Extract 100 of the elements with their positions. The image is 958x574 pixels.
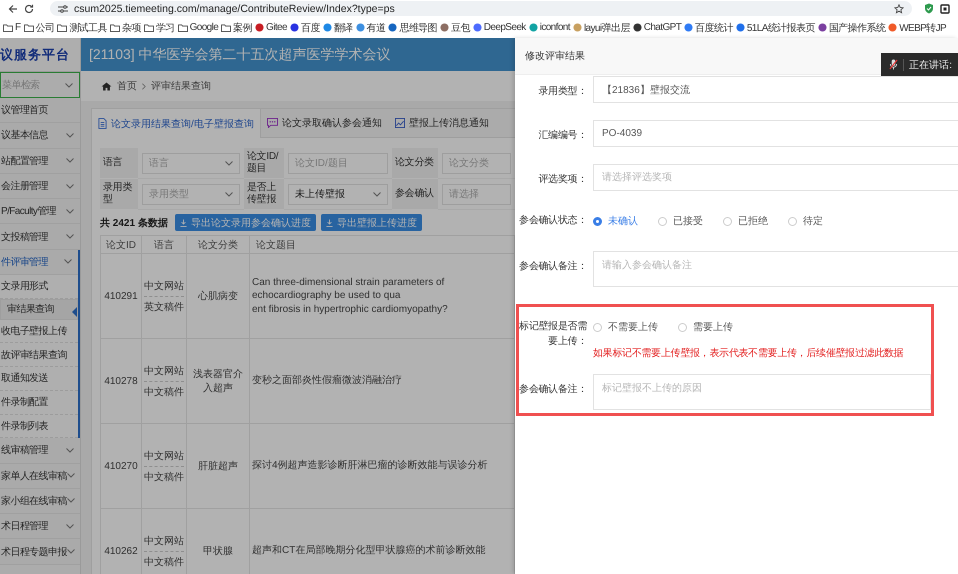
- text-input[interactable]: 请选择评选奖项: [593, 164, 958, 191]
- bookmark[interactable]: iconfont: [528, 22, 570, 33]
- chevron-down-icon: [225, 160, 233, 166]
- filter-label: 语言: [103, 156, 122, 170]
- sidebar-group[interactable]: 家单人在线审稿: [0, 464, 80, 489]
- radio-label[interactable]: 已接受: [673, 214, 703, 228]
- radio-label[interactable]: 需要上传: [693, 320, 733, 334]
- tab[interactable]: 论文录用结果查询/电子壁报查询: [92, 109, 261, 138]
- site-favicon-icon: [632, 23, 642, 32]
- breadcrumb-link[interactable]: 首页: [117, 79, 137, 93]
- radio-button[interactable]: [723, 216, 732, 226]
- language-tag: 中文网站: [144, 276, 184, 296]
- site-settings-icon[interactable]: [58, 4, 68, 12]
- radio-button[interactable]: [593, 322, 602, 332]
- radio-button[interactable]: [593, 216, 602, 226]
- bookmark[interactable]: F: [3, 22, 21, 33]
- site-favicon-icon: [290, 23, 299, 32]
- chevron-down-icon: [65, 82, 73, 88]
- textarea-field[interactable]: 请输入参会确认备注: [593, 251, 958, 287]
- site-favicon-icon: [736, 23, 745, 32]
- bookmark[interactable]: 公司: [24, 20, 54, 34]
- back-arrow-icon[interactable]: [8, 4, 18, 14]
- bookmark[interactable]: layui弹出层: [572, 20, 630, 34]
- tab[interactable]: 论文录取确认参会通知: [260, 109, 389, 137]
- bookmark[interactable]: 国产操作系统: [818, 20, 886, 34]
- chevron-down-icon: [225, 192, 233, 196]
- table-cell: 410270: [100, 424, 142, 508]
- field-label: 参会确认备注：: [519, 382, 588, 397]
- sidebar-subitem[interactable]: 件录制列表: [0, 414, 78, 438]
- bookmark[interactable]: 百度: [290, 20, 320, 34]
- reload-icon[interactable]: [24, 4, 34, 14]
- chevron-down-icon: [66, 184, 74, 189]
- radio-button[interactable]: [788, 216, 797, 226]
- text-input[interactable]: 【21836】壁报交流: [593, 76, 958, 103]
- tab[interactable]: 壁报上传消息通知: [388, 109, 496, 137]
- bookmark[interactable]: 百度统计: [684, 20, 733, 34]
- radio-button[interactable]: [678, 322, 687, 332]
- radio-label[interactable]: 待定: [803, 214, 823, 228]
- bookmark[interactable]: 有道: [356, 20, 386, 34]
- column-header: 语言: [142, 236, 186, 254]
- folder-icon: [24, 24, 34, 32]
- text-input[interactable]: 论文分类: [442, 152, 511, 174]
- site-favicon-icon: [684, 23, 694, 32]
- field-label: 参会确认状态：: [518, 214, 588, 228]
- filter-label: 录用类型: [103, 182, 134, 206]
- bookmark[interactable]: 案例: [221, 20, 252, 34]
- text-input[interactable]: 请选择: [442, 184, 511, 204]
- chevron-down-icon: [66, 498, 75, 504]
- download-icon: [180, 218, 187, 226]
- shield-icon[interactable]: [924, 3, 934, 14]
- field-label: 标记壁报是否需要上传：: [519, 320, 588, 349]
- bookmark[interactable]: Google: [178, 22, 218, 33]
- filter-label: 是否上传壁报: [247, 182, 278, 206]
- site-favicon-icon: [472, 23, 482, 32]
- bookmark[interactable]: 测试工具: [57, 20, 107, 34]
- table-cell: 心肌病变: [186, 254, 250, 338]
- field-label: 评选奖项：: [537, 172, 588, 187]
- folder-icon: [144, 24, 154, 32]
- site-favicon-icon: [356, 23, 365, 32]
- site-favicon-icon: [388, 23, 398, 32]
- bookmark[interactable]: 思维导图: [388, 20, 437, 34]
- bookmark[interactable]: Gitee: [255, 22, 287, 33]
- table-cell: 410278: [100, 338, 142, 424]
- radio-label[interactable]: 已拒绝: [738, 214, 768, 228]
- folder-icon: [57, 24, 68, 32]
- table-cell: 410291: [100, 254, 142, 338]
- text-input[interactable]: 论文ID/题目: [288, 152, 388, 174]
- site-favicon-icon: [255, 23, 264, 32]
- star-icon[interactable]: [894, 4, 904, 14]
- chat-bubble-icon: [266, 118, 278, 128]
- radio-label[interactable]: 未确认: [608, 214, 638, 228]
- bookmark[interactable]: 豆包: [440, 20, 470, 34]
- language-tag: 中文网站: [144, 360, 184, 380]
- site-favicon-icon: [528, 23, 538, 32]
- bookmark[interactable]: 51LA统计报表页: [736, 20, 815, 34]
- bookmark[interactable]: 学习: [144, 20, 175, 34]
- select-field[interactable]: 未上传壁报: [288, 184, 388, 204]
- bookmark[interactable]: 杂项: [110, 20, 141, 34]
- column-header: 论文题目: [250, 236, 514, 254]
- text-input[interactable]: PO-4039: [593, 120, 958, 147]
- record-count: 共 2421 条数据: [100, 216, 168, 230]
- radio-label[interactable]: 不需要上传: [608, 320, 658, 334]
- chevron-down-icon: [66, 158, 74, 164]
- sidebar-subitem[interactable]: 审结果查询: [0, 298, 78, 320]
- chevron-down-icon: [66, 234, 74, 240]
- field-label: 参会确认备注：: [518, 260, 588, 274]
- bookmark[interactable]: 翻译: [322, 20, 353, 34]
- language-tag: 中文稿件: [144, 466, 184, 486]
- language-tag: 中文稿件: [144, 550, 184, 572]
- bookmark[interactable]: WEBP转JP: [888, 20, 946, 34]
- radio-button[interactable]: [658, 216, 667, 226]
- home-icon[interactable]: [101, 82, 112, 90]
- language-tag: 中文网站: [144, 446, 184, 466]
- textarea-field[interactable]: 标记壁报不上传的原因: [593, 374, 931, 410]
- bookmark[interactable]: DeepSeek: [472, 22, 526, 33]
- sidebar-group[interactable]: 站配置管理: [0, 148, 80, 174]
- address-bar[interactable]: csum2025.tiemeeting.com/manage/ContributeReview/Index?type=ps: [50, 1, 912, 16]
- paper-title-text: 超声和CT在局部晚期分化型甲状腺癌的术前诊断效能: [252, 544, 486, 558]
- bookmark[interactable]: ChatGPT: [632, 22, 682, 33]
- chevron-down-icon: [373, 192, 381, 196]
